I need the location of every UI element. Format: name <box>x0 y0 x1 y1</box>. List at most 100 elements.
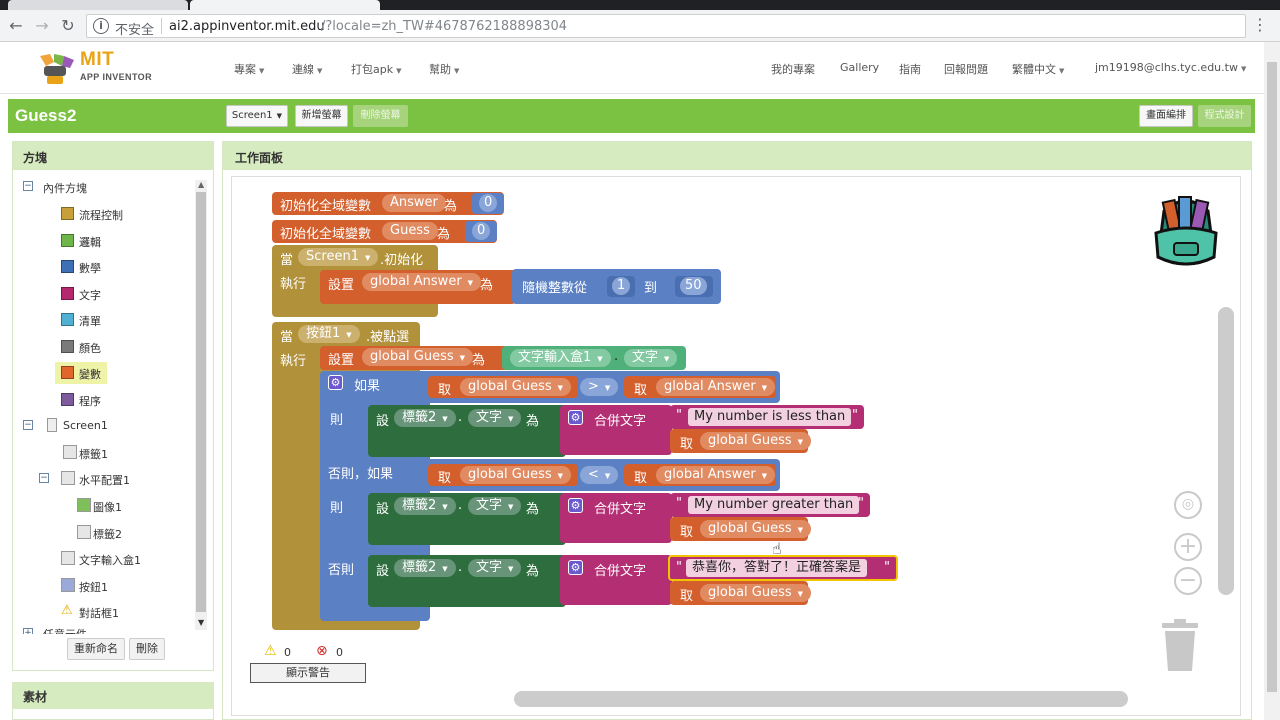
variable-dropdown[interactable]: global Answer ▼ <box>362 273 482 291</box>
nav-account[interactable]: jm19198@clhs.tyc.edu.tw ▼ <box>1095 61 1246 74</box>
palette-cat-variables[interactable]: 變數 <box>55 362 107 384</box>
property-dropdown[interactable]: 文字 ▼ <box>468 559 522 577</box>
rename-button[interactable]: 重新命名 <box>67 638 125 660</box>
screen-select[interactable]: Screen1 ▼ <box>226 105 288 127</box>
nav-my-projects[interactable]: 我的專案 <box>771 61 815 77</box>
scroll-down-icon[interactable]: ▼ <box>198 618 204 627</box>
tree-label2[interactable]: 標籤2 <box>77 522 187 544</box>
tree-notifier1[interactable]: ⚠ 對話框1 <box>61 601 191 623</box>
recenter-icon[interactable]: ◎ <box>1174 491 1202 519</box>
nav-projects[interactable]: 專案 ▼ <box>234 61 264 77</box>
get-variable-block[interactable]: 取 global Guess ▼ <box>670 581 812 605</box>
zoom-in-icon[interactable]: + <box>1174 533 1202 561</box>
page-scrollbar[interactable] <box>1264 42 1280 720</box>
palette-scroll-thumb[interactable] <box>196 192 206 612</box>
get-variable-block[interactable]: 取 global Answer ▼ <box>624 464 776 486</box>
get-variable-block[interactable]: 取 global Guess ▼ <box>670 429 812 453</box>
mutator-gear-icon[interactable]: ⚙ <box>568 498 583 513</box>
join-text-block[interactable]: ⚙ 合併文字 <box>560 555 672 605</box>
get-variable-block[interactable]: 取 global Guess ▼ <box>428 376 578 398</box>
compare-lt-block[interactable]: 取 global Guess ▼ < ▼ 取 global Answer ▼ <box>414 459 780 491</box>
number-block[interactable]: 0 <box>472 193 504 214</box>
page-scroll-thumb[interactable] <box>1267 62 1277 692</box>
variable-dropdown[interactable]: global Answer ▼ <box>656 466 776 484</box>
palette-scrollbar[interactable] <box>195 180 207 630</box>
textbox-text-getter[interactable]: 文字輸入盒1 ▼ . 文字 ▼ <box>502 346 686 370</box>
property-dropdown[interactable]: 文字 ▼ <box>468 409 522 427</box>
tree-label1[interactable]: 標籤1 <box>63 442 193 464</box>
component-dropdown[interactable]: 標籤2 ▼ <box>394 497 456 515</box>
number-field[interactable]: 1 <box>612 277 631 295</box>
tree-any-component[interactable]: + 任意元件 <box>23 626 193 634</box>
variable-dropdown[interactable]: global Guess ▼ <box>700 432 812 450</box>
property-dropdown[interactable]: 文字 ▼ <box>468 497 522 515</box>
number-field[interactable]: 0 <box>472 222 491 240</box>
variable-dropdown[interactable]: global Guess ▼ <box>460 466 572 484</box>
text-string-block-selected[interactable]: " 恭喜你，答對了！正確答案是 " <box>668 555 898 581</box>
number-block[interactable]: 50 <box>675 276 713 297</box>
operator-dropdown[interactable]: > ▼ <box>580 378 619 396</box>
expand-icon[interactable]: + <box>23 628 33 634</box>
nav-help[interactable]: 幫助 ▼ <box>429 61 459 77</box>
palette-cat-text[interactable]: 文字 <box>61 283 191 305</box>
mutator-gear-icon[interactable]: ⚙ <box>328 375 343 390</box>
blocks-canvas[interactable]: 初始化全域變數 Answer 為 0 初始化全域變數 Guess 為 0 當 S… <box>231 176 1241 716</box>
get-variable-block[interactable]: 取 global Guess ▼ <box>670 517 812 541</box>
component-dropdown[interactable]: 標籤2 ▼ <box>394 559 456 577</box>
reload-icon[interactable]: ↻ <box>58 16 78 36</box>
text-string-block[interactable]: " My number greater than " <box>670 493 870 517</box>
tree-textbox1[interactable]: 文字輸入盒1 <box>61 548 191 570</box>
variable-name-field[interactable]: Guess <box>382 222 438 240</box>
property-dropdown[interactable]: 文字 ▼ <box>624 349 678 367</box>
delete-button[interactable]: 刪除 <box>129 638 165 660</box>
set-label2-text-block[interactable]: 設 標籤2 ▼ . 文字 ▼ 為 <box>368 405 566 457</box>
workspace-vertical-scrollbar[interactable] <box>1218 307 1234 595</box>
text-field[interactable]: My number greater than <box>688 496 860 514</box>
mutator-gear-icon[interactable]: ⚙ <box>568 560 583 575</box>
trash-icon[interactable] <box>1160 619 1200 673</box>
text-string-block[interactable]: " My number is less than " <box>670 405 864 429</box>
variable-name-field[interactable]: Answer <box>382 194 446 212</box>
collapse-icon[interactable]: − <box>23 420 33 430</box>
collapse-icon[interactable]: − <box>39 473 49 483</box>
set-label2-text-block[interactable]: 設 標籤2 ▼ . 文字 ▼ 為 <box>368 493 566 545</box>
init-global-answer-block[interactable]: 初始化全域變數 Answer 為 0 <box>272 192 504 215</box>
nav-report[interactable]: 回報問題 <box>944 61 988 77</box>
variable-dropdown[interactable]: global Guess ▼ <box>700 520 812 538</box>
scroll-up-icon[interactable]: ▲ <box>198 180 204 189</box>
tree-hlayout1[interactable]: − 水平配置1 <box>39 468 189 490</box>
variable-dropdown[interactable]: global Guess ▼ <box>460 378 572 396</box>
set-global-guess-block[interactable]: 設置 global Guess ▼ 為 <box>320 346 510 370</box>
zoom-out-icon[interactable]: − <box>1174 567 1202 595</box>
nav-language[interactable]: 繁體中文 ▼ <box>1012 61 1064 77</box>
component-dropdown[interactable]: 按鈕1 ▼ <box>298 325 360 343</box>
browser-tab-active[interactable] <box>190 0 380 10</box>
tree-button1[interactable]: 按鈕1 <box>61 575 191 597</box>
join-text-block[interactable]: ⚙ 合併文字 <box>560 493 672 543</box>
get-variable-block[interactable]: 取 global Guess ▼ <box>428 464 578 486</box>
nav-build[interactable]: 打包apk ▼ <box>351 61 401 77</box>
back-icon[interactable]: ← <box>6 16 26 36</box>
nav-connect[interactable]: 連線 ▼ <box>292 61 322 77</box>
browser-menu-icon[interactable]: ⋮ <box>1252 15 1268 34</box>
browser-tab[interactable] <box>8 0 188 10</box>
get-variable-block[interactable]: 取 global Answer ▼ <box>624 376 776 398</box>
component-dropdown[interactable]: Screen1 ▼ <box>298 248 379 266</box>
palette-cat-math[interactable]: 數學 <box>61 256 191 278</box>
join-text-block[interactable]: ⚙ 合併文字 <box>560 405 672 455</box>
palette-cat-colors[interactable]: 顏色 <box>61 336 191 358</box>
address-bar[interactable]: i 不安全 ai2.appinventor.mit.edu /?locale=z… <box>86 14 1246 38</box>
component-dropdown[interactable]: 文字輸入盒1 ▼ <box>510 349 611 367</box>
number-block[interactable]: 1 <box>607 276 635 297</box>
variable-dropdown[interactable]: global Answer ▼ <box>656 378 776 396</box>
show-warnings-button[interactable]: 顯示警告 <box>250 663 366 683</box>
tree-image1[interactable]: 圖像1 <box>77 495 187 517</box>
backpack-icon[interactable] <box>1142 187 1230 272</box>
add-screen-button[interactable]: 新增螢幕 <box>295 105 348 127</box>
tree-builtin[interactable]: − 內件方塊 <box>23 176 193 198</box>
text-field[interactable]: 恭喜你，答對了！正確答案是 <box>686 559 868 577</box>
text-field[interactable]: My number is less than <box>688 408 852 426</box>
palette-cat-control[interactable]: 流程控制 <box>61 203 191 225</box>
palette-cat-lists[interactable]: 清單 <box>61 309 191 331</box>
palette-cat-logic[interactable]: 邏輯 <box>61 230 191 252</box>
